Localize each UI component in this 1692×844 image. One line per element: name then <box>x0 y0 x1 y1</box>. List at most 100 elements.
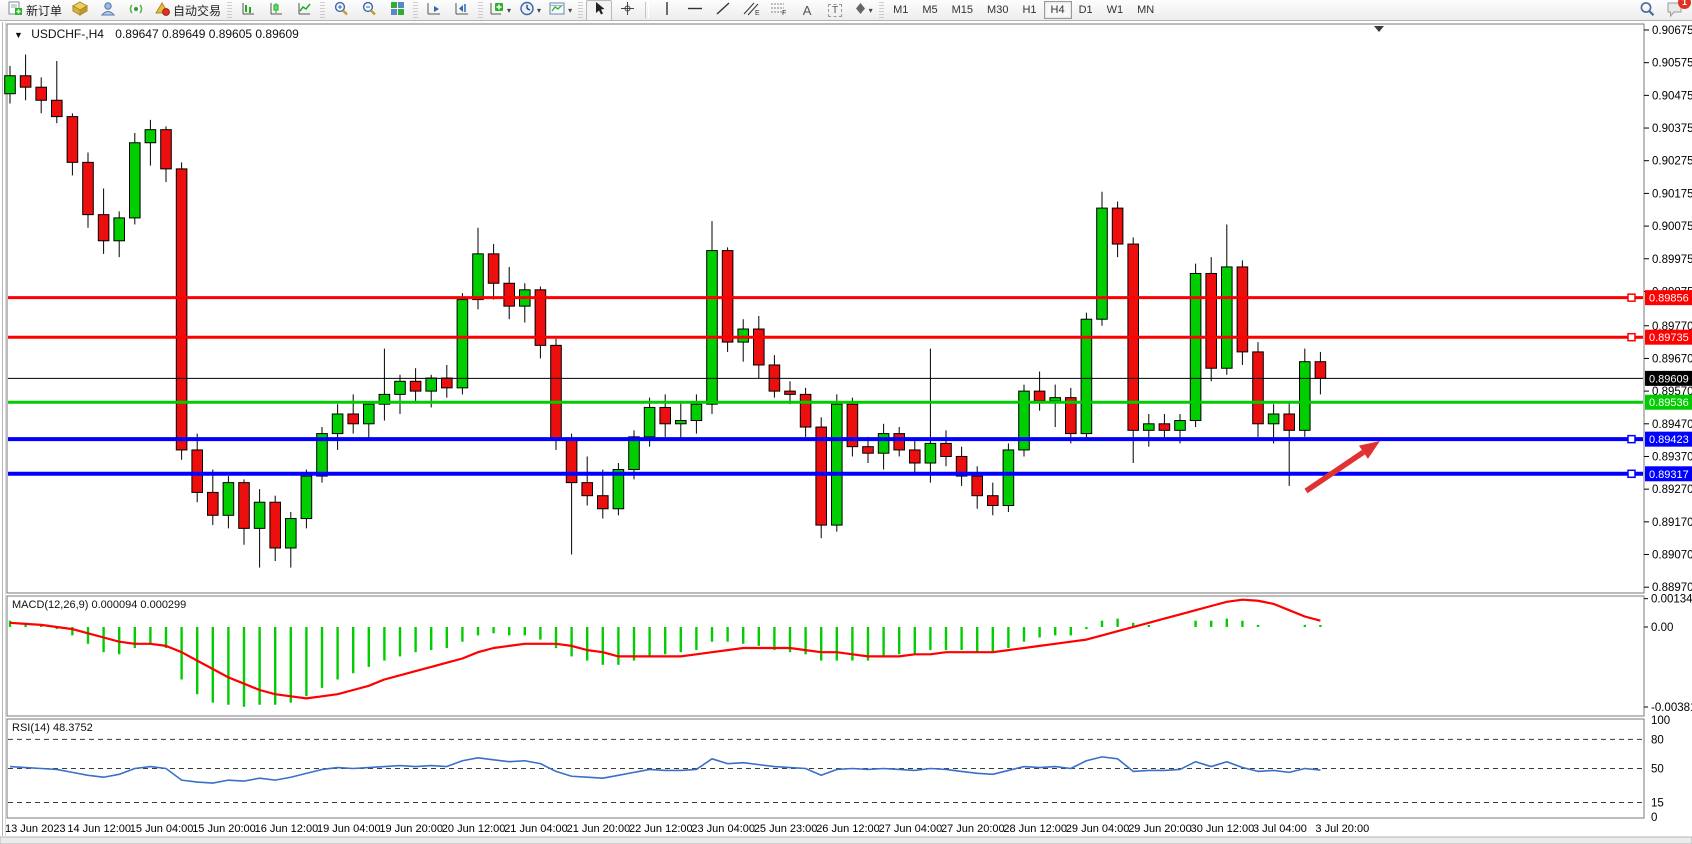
template-button[interactable]: ▾ <box>546 0 575 21</box>
shapes-button[interactable]: ▾ <box>850 0 876 21</box>
chart-canvas[interactable]: 0.906750.905750.904750.903750.902750.901… <box>0 0 1692 844</box>
timeframe-button-H1[interactable]: H1 <box>1015 1 1043 19</box>
candle-body <box>676 421 687 424</box>
candle-chart-button[interactable] <box>263 0 289 21</box>
candle-body <box>644 407 655 436</box>
line-drag-handle[interactable] <box>1628 294 1635 301</box>
candle-body <box>785 391 796 394</box>
zoom-out-button[interactable] <box>356 0 382 21</box>
candle-body <box>1315 362 1326 379</box>
chart-dropdown-caret[interactable]: ▼ <box>14 30 23 40</box>
time-axis-label: 13 Jun 2023 <box>5 823 66 835</box>
community-button[interactable] <box>95 0 121 21</box>
timeframe-button-D1[interactable]: D1 <box>1072 1 1100 19</box>
zoom-out-icon <box>361 1 377 19</box>
timeframe-button-M5[interactable]: M5 <box>915 1 944 19</box>
price-axis-tick-label: 0.90175 <box>1652 188 1692 200</box>
trendline-icon <box>715 1 731 19</box>
cursor-button[interactable] <box>586 0 612 21</box>
toolbar-grip <box>320 2 325 18</box>
rsi-axis-label: 0 <box>1651 812 1657 824</box>
svg-text:F: F <box>782 10 786 16</box>
price-tag-label: 0.89536 <box>1649 397 1689 409</box>
channel-button[interactable]: E <box>738 0 764 21</box>
price-axis-tick-label: 0.90675 <box>1652 25 1692 37</box>
candle-body <box>52 100 63 116</box>
price-axis-tick-label: 0.90275 <box>1652 156 1692 168</box>
candle-body <box>20 76 31 87</box>
current-price-tag-label: 0.89609 <box>1649 373 1689 385</box>
candle-body <box>239 483 250 529</box>
time-axis-label: 19 Jun 20:00 <box>379 823 443 835</box>
zoom-in-icon <box>333 1 349 19</box>
bar-chart-button[interactable] <box>235 0 261 21</box>
candle-body <box>270 502 281 548</box>
trendline-button[interactable] <box>710 0 736 21</box>
line-drag-handle[interactable] <box>1628 470 1635 477</box>
toolbar-grip <box>879 2 884 18</box>
horizontal-line-button[interactable] <box>682 0 708 21</box>
text-icon: A <box>803 3 812 18</box>
candle-body <box>364 404 375 424</box>
candle-body <box>629 437 640 470</box>
candle-body <box>208 492 219 515</box>
signals-icon <box>128 1 144 19</box>
candle-body <box>130 143 141 218</box>
search-icon[interactable] <box>1639 1 1656 20</box>
auto-trading-button[interactable]: 自动交易 <box>151 0 224 21</box>
candle-body <box>1190 273 1201 420</box>
timeframe-button-MN[interactable]: MN <box>1130 1 1161 19</box>
alerts-button[interactable]: 1 <box>1666 1 1684 20</box>
tile-windows-button[interactable] <box>384 0 410 21</box>
line-drag-handle[interactable] <box>1628 436 1635 443</box>
candle-body <box>1237 267 1248 352</box>
rsi-axis-label: 15 <box>1651 797 1664 809</box>
text-label-button[interactable]: T <box>822 0 848 21</box>
timeframe-button-W1[interactable]: W1 <box>1100 1 1131 19</box>
candle-body <box>5 76 16 94</box>
candle-body <box>442 378 453 388</box>
candle-body <box>582 483 593 496</box>
add-indicator-button[interactable]: ▾ <box>486 0 514 21</box>
price-axis-tick-label: 0.89370 <box>1652 451 1692 463</box>
candle-chart-icon <box>269 1 284 19</box>
auto-scroll-button[interactable] <box>421 0 447 21</box>
zoom-in-button[interactable] <box>328 0 354 21</box>
quotes-button[interactable] <box>67 0 93 21</box>
timeframe-button-H4[interactable]: H4 <box>1044 1 1072 19</box>
new-order-button[interactable]: 新订单 <box>5 0 65 21</box>
candle-body <box>98 215 109 241</box>
timeframe-button-M15[interactable]: M15 <box>945 1 980 19</box>
candle-body <box>551 345 562 440</box>
chevron-down-icon: ▾ <box>568 6 572 15</box>
candle-body <box>738 329 749 342</box>
candle-body <box>1175 421 1186 431</box>
macd-panel[interactable] <box>7 596 1644 716</box>
chart-symbol-period: USDCHF-,H4 <box>31 27 104 41</box>
candle-body <box>894 434 905 450</box>
candle-body <box>504 283 515 306</box>
fibonacci-icon: F <box>770 1 788 19</box>
periods-clock-icon <box>519 1 535 19</box>
periods-button[interactable]: ▾ <box>516 0 544 21</box>
svg-text:E: E <box>755 10 760 16</box>
macd-indicator-label: MACD(12,26,9) 0.000094 0.000299 <box>12 599 186 611</box>
text-button[interactable]: A <box>794 0 820 21</box>
candle-body <box>988 496 999 506</box>
line-drag-handle[interactable] <box>1628 334 1635 341</box>
community-icon <box>100 1 116 19</box>
chart-shift-button[interactable] <box>449 0 475 21</box>
crosshair-button[interactable] <box>614 0 640 21</box>
shapes-icon <box>854 1 867 19</box>
candle-body <box>1144 424 1155 431</box>
candle-body <box>1284 414 1295 430</box>
candle-body <box>941 443 952 456</box>
template-icon <box>549 1 566 19</box>
signals-button[interactable] <box>123 0 149 21</box>
line-chart-button[interactable] <box>291 0 317 21</box>
chart-title: ▼ USDCHF-,H4 0.89647 0.89649 0.89605 0.8… <box>14 27 299 41</box>
timeframe-button-M1[interactable]: M1 <box>886 1 915 19</box>
vertical-line-button[interactable] <box>654 0 680 21</box>
timeframe-button-M30[interactable]: M30 <box>980 1 1015 19</box>
fibonacci-button[interactable]: F <box>766 0 792 21</box>
